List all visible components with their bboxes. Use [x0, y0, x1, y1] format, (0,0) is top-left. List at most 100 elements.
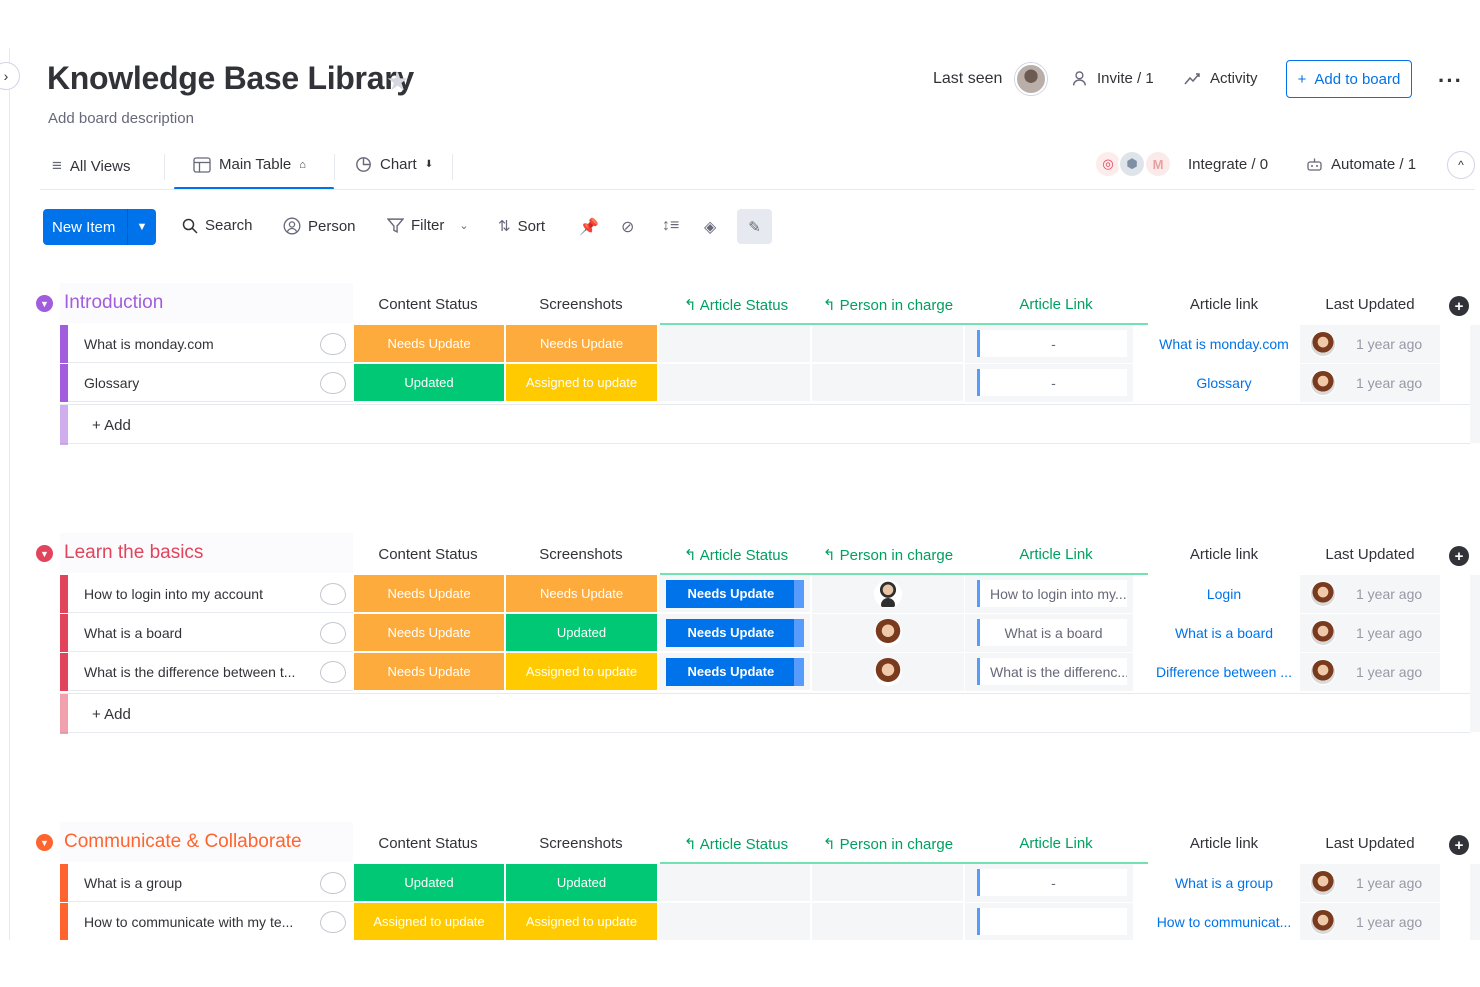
add-item-label[interactable]: + Add — [92, 417, 131, 434]
sort-button[interactable]: ⇅ Sort — [498, 217, 545, 236]
content-status-cell[interactable]: Needs Update — [354, 325, 505, 363]
person-cell[interactable] — [812, 364, 964, 402]
conversation-icon[interactable] — [320, 661, 346, 683]
item-name[interactable]: What is the difference between t... — [84, 664, 299, 680]
board-description[interactable]: Add board description — [48, 110, 194, 127]
person-cell[interactable] — [812, 653, 964, 691]
chevron-down-icon[interactable]: ▼ — [36, 834, 53, 851]
person-cell[interactable] — [812, 325, 964, 363]
link-field[interactable]: How to login into my... — [977, 580, 1127, 607]
article-status-cell[interactable] — [659, 325, 811, 363]
person-cell[interactable] — [812, 575, 964, 613]
item-name[interactable]: Glossary — [84, 375, 299, 391]
column-header-content-status[interactable]: Content Status — [352, 546, 504, 563]
item-name-cell[interactable]: What is a board — [68, 614, 353, 652]
item-name-cell[interactable]: What is a group — [68, 864, 353, 902]
conversation-icon[interactable] — [320, 372, 346, 394]
avatar[interactable] — [1015, 63, 1047, 95]
content-status-cell[interactable]: Needs Update — [354, 575, 505, 613]
all-views-tab[interactable]: ≡ All Views — [52, 156, 131, 176]
column-header-screenshots[interactable]: Screenshots — [505, 835, 657, 852]
screenshots-cell[interactable]: Updated — [506, 614, 658, 652]
article-link-cell[interactable]: How to login into my... — [965, 575, 1133, 613]
article-link[interactable]: What is a board — [1148, 614, 1300, 652]
board-title[interactable]: Knowledge Base Library — [47, 60, 414, 97]
content-status-cell[interactable]: Needs Update — [354, 653, 505, 691]
column-header-article-status[interactable]: ↰ Article Status — [660, 835, 812, 853]
content-status-cell[interactable]: Updated — [354, 864, 505, 902]
article-status-label[interactable]: Needs Update — [665, 618, 804, 647]
more-options-icon[interactable]: ··· — [1438, 68, 1463, 94]
column-header-screenshots[interactable]: Screenshots — [505, 546, 657, 563]
article-status-cell[interactable]: Needs Update — [659, 614, 811, 652]
expand-sidebar-icon[interactable]: › — [0, 62, 20, 90]
person-filter-button[interactable]: Person — [283, 217, 356, 235]
column-header-content-status[interactable]: Content Status — [352, 835, 504, 852]
table-row[interactable]: What is monday.com Needs Update Needs Up… — [60, 325, 1470, 363]
tab-main-table[interactable]: Main Table ⌂ — [193, 156, 306, 173]
link-field[interactable]: - — [977, 330, 1127, 357]
article-link[interactable]: Login — [1148, 575, 1300, 613]
integrate-button[interactable]: Integrate / 0 — [1188, 156, 1268, 173]
article-link-cell[interactable]: - — [965, 364, 1133, 402]
hide-icon[interactable]: ⊘ — [621, 217, 634, 237]
conversation-icon[interactable] — [320, 333, 346, 355]
content-status-cell[interactable]: Needs Update — [354, 614, 505, 652]
conversation-icon[interactable] — [320, 622, 346, 644]
item-name-cell[interactable]: How to login into my account — [68, 575, 353, 613]
screenshots-cell[interactable]: Assigned to update — [506, 903, 658, 941]
add-item-row[interactable]: + Add — [60, 404, 1470, 445]
table-row[interactable]: How to communicate with my te... Assigne… — [60, 903, 1470, 941]
column-header-last-updated[interactable]: Last Updated — [1294, 546, 1446, 563]
tab-chart[interactable]: Chart ⬇ — [355, 156, 433, 173]
screenshots-cell[interactable]: Updated — [506, 864, 658, 902]
item-name[interactable]: What is monday.com — [84, 336, 299, 352]
column-header-screenshots[interactable]: Screenshots — [505, 296, 657, 313]
article-link-cell[interactable]: What is the differenc... — [965, 653, 1133, 691]
person-cell[interactable] — [812, 614, 964, 652]
article-status-label[interactable]: Needs Update — [665, 579, 804, 608]
group-title-introduction[interactable]: Introduction — [64, 292, 163, 314]
article-link[interactable]: How to communicat... — [1148, 903, 1300, 941]
item-name-cell[interactable]: How to communicate with my te... — [68, 903, 353, 941]
table-row[interactable]: What is a group Updated Updated - What i… — [60, 864, 1470, 902]
column-header-person-in-charge[interactable]: ↰ Person in charge — [812, 296, 964, 314]
person-cell[interactable] — [812, 903, 964, 941]
invite-button[interactable]: Invite / 1 — [1072, 70, 1154, 87]
chevron-down-icon[interactable]: ⌄ — [459, 219, 468, 232]
column-header-last-updated[interactable]: Last Updated — [1294, 296, 1446, 313]
chevron-down-icon[interactable]: ▼ — [127, 209, 156, 245]
article-link[interactable]: Glossary — [1148, 364, 1300, 402]
add-item-label[interactable]: + Add — [92, 706, 131, 723]
item-name[interactable]: What is a group — [84, 875, 299, 891]
link-field[interactable] — [977, 908, 1127, 935]
table-row[interactable]: What is the difference between t... Need… — [60, 653, 1470, 691]
article-status-cell[interactable] — [659, 903, 811, 941]
column-header-article-status[interactable]: ↰ Article Status — [660, 296, 812, 314]
article-link-cell[interactable]: - — [965, 864, 1133, 902]
conversation-icon[interactable] — [320, 583, 346, 605]
column-header-person-in-charge[interactable]: ↰ Person in charge — [812, 546, 964, 564]
item-name[interactable]: How to communicate with my te... — [84, 914, 299, 930]
article-status-cell[interactable]: Needs Update — [659, 575, 811, 613]
article-link[interactable]: Difference between ... — [1148, 653, 1300, 691]
article-link-cell[interactable]: - — [965, 325, 1133, 363]
column-header-article-link[interactable]: Article Link — [980, 835, 1132, 852]
article-link-cell[interactable]: What is a board — [965, 614, 1133, 652]
article-link[interactable]: What is monday.com — [1148, 325, 1300, 363]
screenshots-cell[interactable]: Assigned to update — [506, 653, 658, 691]
activity-button[interactable]: Activity — [1184, 70, 1258, 87]
conversation-icon[interactable] — [320, 872, 346, 894]
favorite-star-icon[interactable]: ★ — [386, 66, 409, 97]
person-cell[interactable] — [812, 864, 964, 902]
collapse-header-icon[interactable]: ^ — [1447, 151, 1475, 179]
content-status-cell[interactable]: Assigned to update — [354, 903, 505, 941]
add-column-icon[interactable]: + — [1449, 546, 1469, 566]
table-row[interactable]: What is a board Needs Update Updated Nee… — [60, 614, 1470, 652]
content-status-cell[interactable]: Updated — [354, 364, 505, 402]
add-column-icon[interactable]: + — [1449, 296, 1469, 316]
integration-icons[interactable]: ◎ ⬢ M — [1094, 150, 1178, 180]
filter-button[interactable]: Filter ⌄ — [387, 217, 469, 234]
link-field[interactable]: - — [977, 869, 1127, 896]
column-header-article-link-url[interactable]: Article link — [1148, 835, 1300, 852]
